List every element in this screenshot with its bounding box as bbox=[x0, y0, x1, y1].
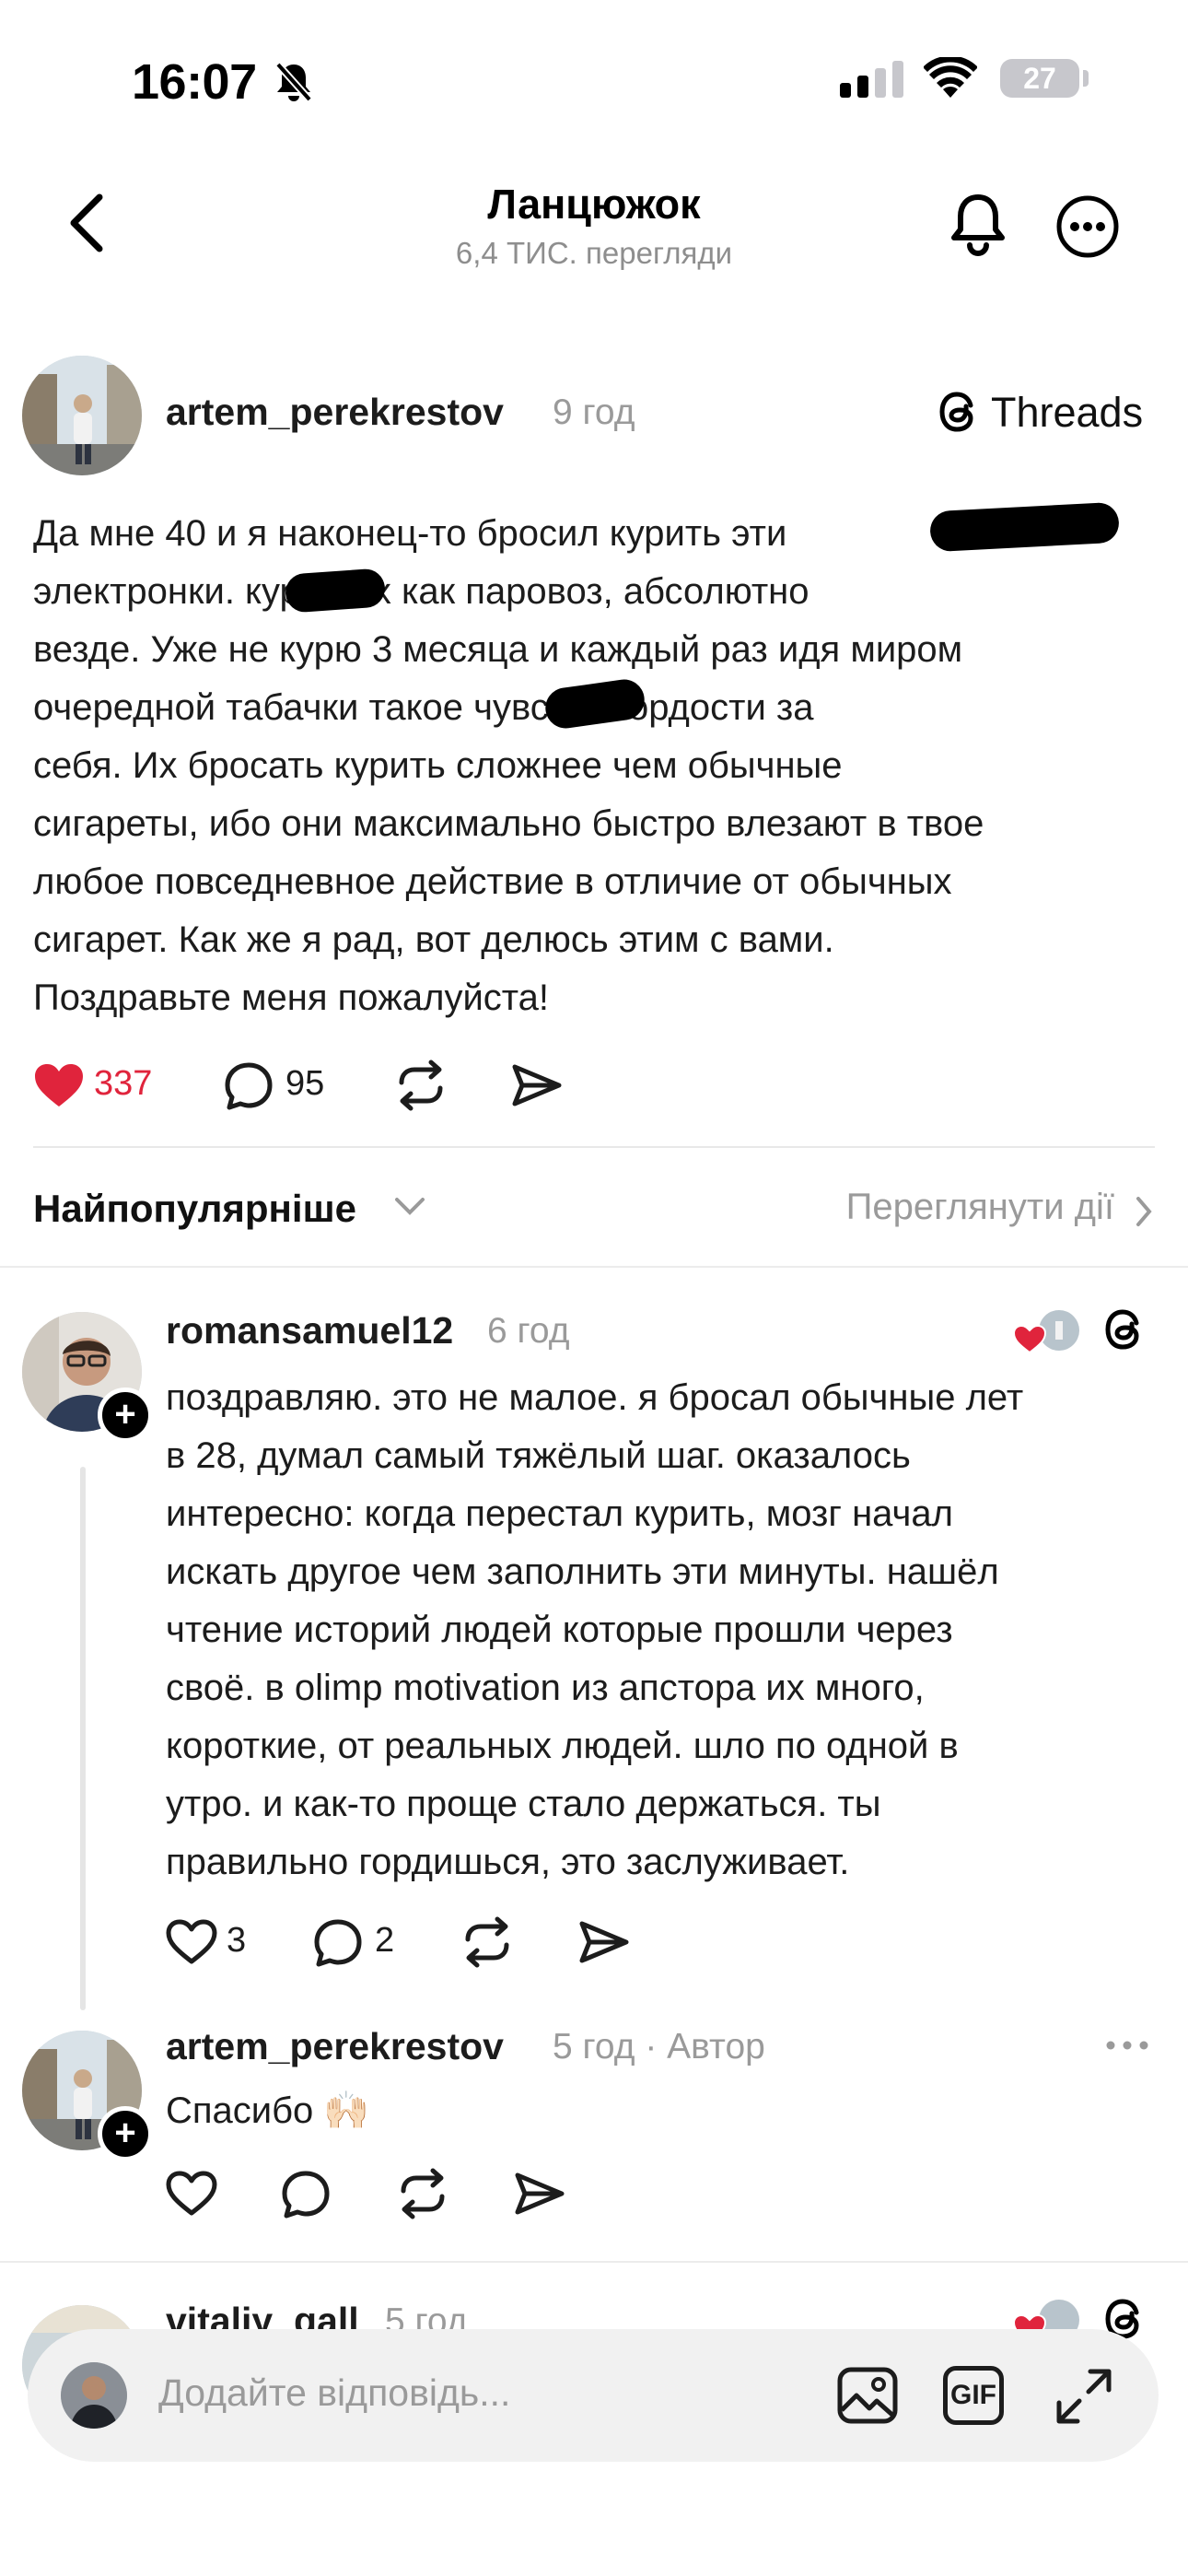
gif-icon[interactable]: GIF bbox=[943, 2366, 1004, 2425]
repost-icon[interactable] bbox=[396, 2167, 449, 2220]
post-time: 9 год bbox=[553, 392, 635, 432]
comment-icon[interactable] bbox=[281, 2170, 331, 2219]
comment-meta: 5 год · Автор bbox=[553, 2027, 765, 2067]
share-send-icon[interactable] bbox=[511, 1061, 563, 1109]
threads-brand-label: Threads bbox=[991, 389, 1144, 436]
reply-count: 2 bbox=[375, 1921, 395, 1960]
image-gallery-icon[interactable] bbox=[836, 2366, 899, 2425]
share-send-icon[interactable] bbox=[578, 1918, 630, 1966]
reply-input[interactable] bbox=[158, 2371, 674, 2415]
comment-icon[interactable] bbox=[313, 1918, 363, 1968]
avatar[interactable] bbox=[22, 356, 142, 475]
cellular-signal-icon bbox=[840, 61, 906, 98]
avatar bbox=[61, 2362, 127, 2429]
comment-text: Спасибо 🙌🏻 bbox=[166, 2090, 370, 2131]
comment-count: 95 bbox=[285, 1064, 325, 1103]
wifi-icon bbox=[924, 57, 977, 98]
bell-icon[interactable] bbox=[949, 192, 1007, 258]
more-circle-icon[interactable] bbox=[1055, 194, 1120, 259]
views-count: 6,4 ТИС. перегляди bbox=[455, 236, 733, 270]
post-text: Да мне 40 и я наконец-то бросил курить э… bbox=[33, 513, 984, 1018]
more-horizontal-icon[interactable] bbox=[1105, 2040, 1149, 2051]
heart-filled-icon[interactable] bbox=[33, 1062, 85, 1108]
comment-time: 6 год bbox=[487, 1311, 570, 1351]
threads-logo-icon[interactable] bbox=[1103, 1305, 1149, 1354]
battery-nub bbox=[1083, 70, 1089, 87]
bell-slash-icon bbox=[274, 61, 313, 103]
comment-text: поздравляю. это не малое. я бросал обычн… bbox=[166, 1377, 1024, 1882]
post-username[interactable]: artem_perekrestov bbox=[166, 391, 504, 434]
sort-dropdown[interactable]: Найпопулярніше bbox=[33, 1187, 356, 1231]
heart-icon[interactable] bbox=[166, 1919, 217, 1965]
comment-username[interactable]: romansamuel12 bbox=[166, 1309, 453, 1352]
comment-icon[interactable] bbox=[224, 1061, 274, 1111]
heart-icon[interactable] bbox=[166, 2171, 217, 2217]
thread-line bbox=[80, 1467, 86, 2010]
redaction-mark bbox=[284, 568, 387, 614]
expand-icon[interactable] bbox=[1054, 2366, 1114, 2427]
divider bbox=[33, 1146, 1155, 1148]
chevron-down-icon[interactable] bbox=[394, 1196, 425, 1216]
page-title: Ланцюжок bbox=[487, 181, 701, 228]
liked-by-author-indicator bbox=[1013, 1306, 1083, 1358]
divider bbox=[0, 1266, 1188, 1268]
status-time: 16:07 bbox=[132, 54, 257, 110]
repost-icon[interactable] bbox=[460, 1915, 514, 1969]
comment-username[interactable]: artem_perekrestov bbox=[166, 2025, 504, 2068]
like-count: 3 bbox=[227, 1921, 247, 1960]
share-send-icon[interactable] bbox=[514, 2170, 565, 2218]
follow-plus-button[interactable]: + bbox=[98, 2106, 153, 2161]
view-activity-link[interactable]: Переглянути дії bbox=[846, 1187, 1114, 1228]
threads-logo-icon bbox=[938, 387, 984, 437]
battery-icon: 27 bbox=[1000, 59, 1079, 98]
follow-plus-button[interactable]: + bbox=[98, 1388, 153, 1443]
like-count: 337 bbox=[94, 1064, 153, 1103]
chevron-right-icon[interactable] bbox=[1135, 1196, 1153, 1227]
divider bbox=[0, 2261, 1188, 2263]
repost-icon[interactable] bbox=[394, 1059, 448, 1112]
